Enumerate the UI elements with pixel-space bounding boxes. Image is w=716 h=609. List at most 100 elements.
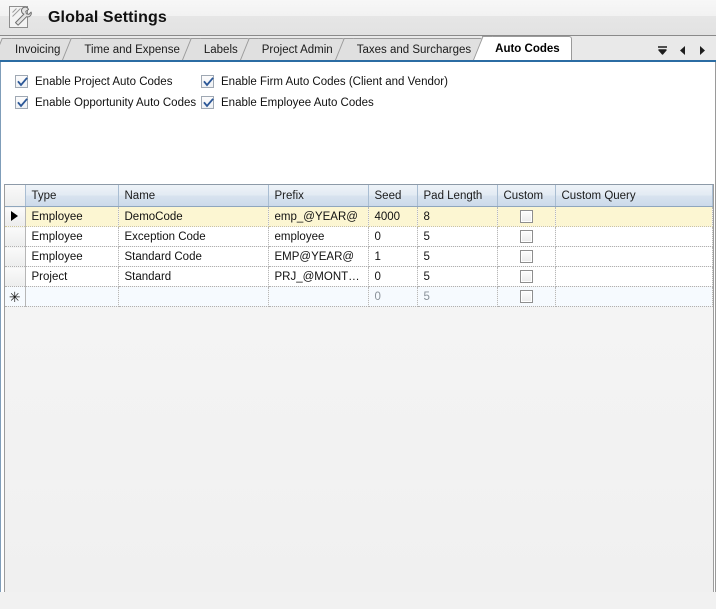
triangle-right-icon[interactable] <box>696 44 709 57</box>
row-indicator <box>5 246 26 267</box>
table-new-row[interactable]: ✳ 0 5 <box>5 286 713 307</box>
cell-prefix[interactable]: emp_@YEAR@ <box>268 206 369 227</box>
tab-project-admin[interactable]: Project Admin <box>248 38 345 60</box>
tab-label: Invoicing <box>15 44 61 56</box>
cell-custom[interactable] <box>497 206 556 227</box>
checkbox-checked-icon <box>15 96 28 109</box>
checkbox-enable-firm-auto-codes[interactable]: Enable Firm Auto Codes (Client and Vendo… <box>201 75 448 88</box>
page-title: Global Settings <box>48 8 167 26</box>
cell-custom-query[interactable] <box>555 226 713 247</box>
cell-type[interactable]: Employee <box>25 226 119 247</box>
cell-prefix[interactable]: EMP@YEAR@ <box>268 246 369 267</box>
new-row-indicator: ✳ <box>5 286 26 307</box>
cell-pad-length[interactable]: 5 <box>417 286 498 307</box>
checkbox-enable-opportunity-auto-codes[interactable]: Enable Opportunity Auto Codes <box>15 96 201 109</box>
cell-name[interactable] <box>118 286 269 307</box>
checkbox-unchecked-icon[interactable] <box>519 230 533 243</box>
column-header-prefix[interactable]: Prefix <box>268 185 369 207</box>
cell-seed[interactable]: 4000 <box>368 206 418 227</box>
cell-custom-query[interactable] <box>555 266 713 287</box>
triangle-left-icon[interactable] <box>676 44 689 57</box>
auto-codes-panel: Enable Project Auto Codes Enable Firm Au… <box>0 62 716 609</box>
checkbox-checked-icon <box>15 75 28 88</box>
auto-codes-grid[interactable]: Type Name Prefix Seed Pad Length Custom … <box>4 184 714 609</box>
new-row-asterisk-icon: ✳ <box>8 288 21 305</box>
checkbox-enable-project-auto-codes[interactable]: Enable Project Auto Codes <box>15 75 201 88</box>
tab-label: Auto Codes <box>495 43 560 55</box>
global-settings-window: Global Settings Invoicing Time and Expen… <box>0 0 716 609</box>
checkbox-unchecked-icon[interactable] <box>519 250 533 263</box>
column-header-name[interactable]: Name <box>118 185 269 207</box>
cell-pad-length[interactable]: 5 <box>417 226 498 247</box>
checkbox-unchecked-icon[interactable] <box>519 210 533 223</box>
cell-pad-length[interactable]: 5 <box>417 266 498 287</box>
cell-type[interactable]: Employee <box>25 206 119 227</box>
cell-custom[interactable] <box>497 266 556 287</box>
checkbox-label: Enable Employee Auto Codes <box>221 96 374 109</box>
tab-taxes-and-surcharges[interactable]: Taxes and Surcharges <box>343 38 484 60</box>
tab-strip: Invoicing Time and Expense Labels Projec… <box>0 36 716 62</box>
window-titlebar: Global Settings <box>0 0 716 36</box>
column-header-type[interactable]: Type <box>25 185 119 207</box>
row-indicator <box>5 266 26 287</box>
tab-label: Project Admin <box>261 44 333 56</box>
tab-label: Time and Expense <box>84 44 180 56</box>
cell-pad-length[interactable]: 8 <box>417 206 498 227</box>
checkbox-checked-icon <box>201 96 214 109</box>
cell-name[interactable]: Exception Code <box>118 226 269 247</box>
table-row[interactable]: Employee Exception Code employee 0 5 <box>5 226 713 247</box>
checkbox-unchecked-icon[interactable] <box>519 270 533 283</box>
cell-prefix[interactable] <box>268 286 369 307</box>
tab-invoicing[interactable]: Invoicing <box>2 38 73 60</box>
auto-codes-options: Enable Project Auto Codes Enable Firm Au… <box>1 62 716 113</box>
cell-custom-query[interactable] <box>555 206 713 227</box>
cell-seed[interactable]: 0 <box>368 226 418 247</box>
column-header-custom-query[interactable]: Custom Query <box>555 185 713 207</box>
chevron-down-icon[interactable] <box>656 44 669 57</box>
row-indicator <box>5 226 26 247</box>
options-row-2: Enable Opportunity Auto Codes Enable Emp… <box>15 92 716 113</box>
cell-seed[interactable]: 0 <box>368 266 418 287</box>
tab-navigation-controls <box>656 44 716 60</box>
checkbox-enable-employee-auto-codes[interactable]: Enable Employee Auto Codes <box>201 96 374 109</box>
auto-codes-table: Type Name Prefix Seed Pad Length Custom … <box>5 185 713 307</box>
table-header-row: Type Name Prefix Seed Pad Length Custom … <box>5 185 713 207</box>
column-header-seed[interactable]: Seed <box>368 185 418 207</box>
cell-custom[interactable] <box>497 286 556 307</box>
tab-label: Labels <box>203 44 238 56</box>
table-row[interactable]: Project Standard PRJ_@MONTH… 0 5 <box>5 266 713 287</box>
cell-name[interactable]: DemoCode <box>118 206 269 227</box>
tab-label: Taxes and Surcharges <box>356 44 472 56</box>
checkbox-label: Enable Firm Auto Codes (Client and Vendo… <box>221 75 448 88</box>
cell-prefix[interactable]: employee <box>268 226 369 247</box>
cell-prefix[interactable]: PRJ_@MONTH… <box>268 266 369 287</box>
window-bottom-padding <box>0 592 716 609</box>
tab-auto-codes[interactable]: Auto Codes <box>482 36 572 60</box>
checkbox-checked-icon <box>201 75 214 88</box>
cell-pad-length[interactable]: 5 <box>417 246 498 267</box>
cell-custom[interactable] <box>497 226 556 247</box>
cell-name[interactable]: Standard <box>118 266 269 287</box>
checkbox-label: Enable Project Auto Codes <box>35 75 173 88</box>
cell-custom-query[interactable] <box>555 246 713 267</box>
table-row[interactable]: Employee DemoCode emp_@YEAR@ 4000 8 <box>5 206 713 227</box>
column-header-pad-length[interactable]: Pad Length <box>417 185 498 207</box>
wrench-tool-icon <box>6 3 36 33</box>
cell-seed[interactable]: 1 <box>368 246 418 267</box>
row-gutter-header <box>5 185 26 207</box>
checkbox-label: Enable Opportunity Auto Codes <box>35 96 197 109</box>
cell-type[interactable]: Project <box>25 266 119 287</box>
cell-custom[interactable] <box>497 246 556 267</box>
cell-name[interactable]: Standard Code <box>118 246 269 267</box>
tab-time-and-expense[interactable]: Time and Expense <box>71 38 192 60</box>
cell-type[interactable]: Employee <box>25 246 119 267</box>
cell-type[interactable] <box>25 286 119 307</box>
column-header-custom[interactable]: Custom <box>497 185 556 207</box>
checkbox-unchecked-icon[interactable] <box>519 290 533 303</box>
cell-custom-query[interactable] <box>555 286 713 307</box>
grid-empty-area <box>5 307 713 609</box>
cell-seed[interactable]: 0 <box>368 286 418 307</box>
options-row-1: Enable Project Auto Codes Enable Firm Au… <box>15 71 716 92</box>
table-row[interactable]: Employee Standard Code EMP@YEAR@ 1 5 <box>5 246 713 267</box>
row-current-arrow-icon <box>11 211 19 222</box>
